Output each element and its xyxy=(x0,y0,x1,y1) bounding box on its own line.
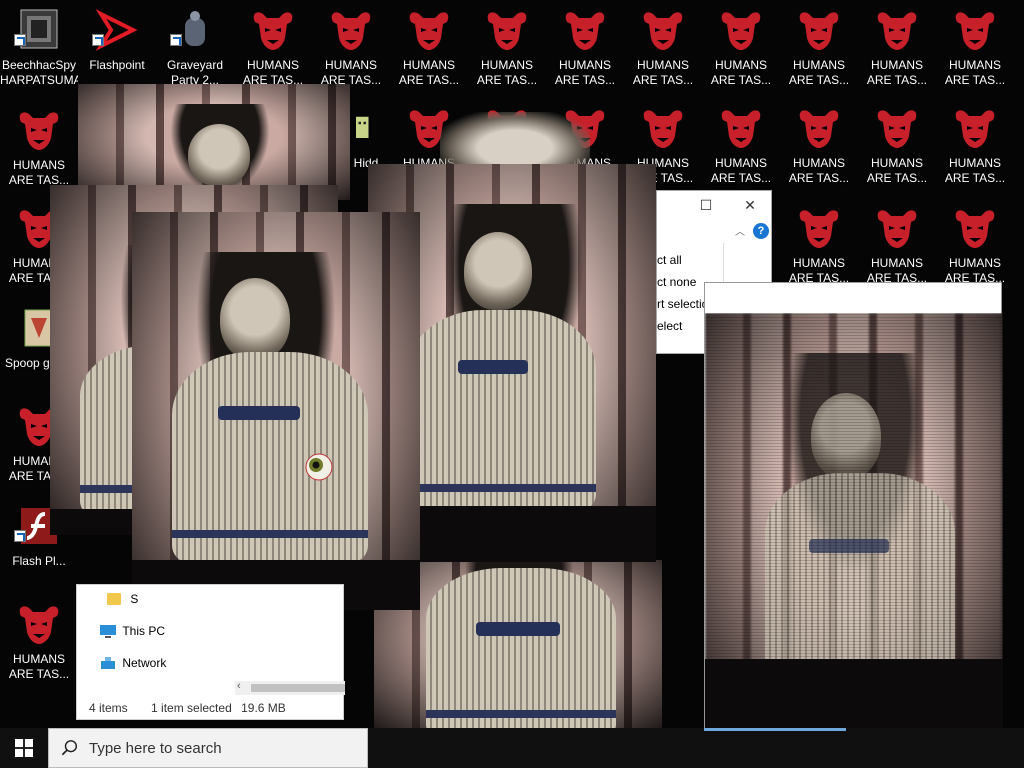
demon-icon xyxy=(721,110,761,148)
desktop-icon-label: BeechhacSpy HARPATSUMA xyxy=(0,58,78,87)
nav-item-network[interactable]: Network xyxy=(99,655,166,677)
start-button[interactable] xyxy=(0,728,48,768)
shortcut-arrow-icon xyxy=(92,34,104,46)
nav-item-label: This PC xyxy=(122,624,166,638)
folder-icon xyxy=(107,592,121,605)
desktop-icon-humans-10[interactable]: HUMANS ARE TAS... xyxy=(936,4,1014,94)
search-icon xyxy=(61,740,78,756)
nav-item-this-pc[interactable]: This PC xyxy=(99,623,165,645)
glitch-doll-photo xyxy=(705,313,1003,728)
desktop-icon-humans-3[interactable]: HUMANS ARE TAS... xyxy=(390,4,468,94)
desktop-icon-humans-row3-3[interactable]: HUMANS ARE TAS... xyxy=(936,202,1014,292)
demon-icon xyxy=(643,12,683,51)
desktop-icon-humans-2[interactable]: HUMANS ARE TAS... xyxy=(312,4,390,94)
horizontal-scrollbar[interactable]: ‹ xyxy=(235,680,345,695)
shortcut-arrow-icon xyxy=(14,530,26,542)
desktop: BeechhacSpy HARPATSUMA Flashpoint Gravey… xyxy=(0,0,1024,728)
desktop-icon-label: HUMANS ARE TAS... xyxy=(788,58,850,87)
maximize-button[interactable]: ☐ xyxy=(683,191,729,219)
demon-icon xyxy=(253,12,293,51)
desktop-icon-label: HUMANS ARE TAS... xyxy=(632,58,694,87)
desktop-icon-label: HUMANS ARE TAS... xyxy=(944,156,1006,185)
desktop-icon-humans-row2-6[interactable]: HUMANS ARE TAS... xyxy=(780,102,858,192)
shortcut-arrow-icon xyxy=(14,34,26,46)
status-selected: 1 item selected xyxy=(151,701,232,715)
desktop-icon-label: Flash Pl... xyxy=(12,554,66,568)
desktop-icon-label: HUMANS ARE TAS... xyxy=(710,58,772,87)
demon-icon xyxy=(19,606,59,644)
desktop-icon-graveyard-party[interactable]: Graveyard Party 2... xyxy=(156,4,234,94)
demon-icon xyxy=(877,110,917,148)
close-button[interactable]: ✕ xyxy=(727,191,773,219)
desktop-icon-humans-row3-2[interactable]: HUMANS ARE TAS... xyxy=(858,202,936,292)
status-size: 19.6 MB xyxy=(241,701,286,715)
eyeball-icon xyxy=(305,453,333,481)
desktop-icon-humans-row2-5[interactable]: HUMANS ARE TAS... xyxy=(702,102,780,192)
demon-icon xyxy=(565,12,605,51)
file-explorer-window[interactable]: S This PC Network ‹ 4 items 1 item selec… xyxy=(76,584,345,720)
desktop-icon-humans-1[interactable]: HUMANS ARE TAS... xyxy=(234,4,312,94)
background-doll-photo xyxy=(440,112,590,172)
demon-icon xyxy=(19,112,59,150)
demon-icon xyxy=(331,12,371,51)
demon-icon xyxy=(799,210,839,248)
this-pc-icon xyxy=(100,625,116,638)
taskbar-active-app-indicator[interactable] xyxy=(704,728,846,731)
demon-icon xyxy=(955,110,995,148)
desktop-icon-humans-6[interactable]: HUMANS ARE TAS... xyxy=(624,4,702,94)
desktop-icon-humans-9[interactable]: HUMANS ARE TAS... xyxy=(858,4,936,94)
desktop-icon-humans-5[interactable]: HUMANS ARE TAS... xyxy=(546,4,624,94)
desktop-icon-humans-4[interactable]: HUMANS ARE TAS... xyxy=(468,4,546,94)
pixel-character-icon xyxy=(356,116,369,138)
desktop-icon-label: HUMANS ARE TAS... xyxy=(398,58,460,87)
demon-icon xyxy=(409,12,449,51)
demon-icon xyxy=(955,12,995,51)
desktop-icon-label: HUMANS ARE TAS... xyxy=(554,58,616,87)
nav-item-label: Network xyxy=(122,656,167,670)
shortcut-arrow-icon xyxy=(170,34,182,46)
taskbar-search-box[interactable]: Type here to search xyxy=(48,728,368,768)
desktop-icon-humans-row2-8[interactable]: HUMANS ARE TAS... xyxy=(936,102,1014,192)
status-bar: 4 items 1 item selected 19.6 MB xyxy=(89,701,339,715)
desktop-icon-humans-left-1[interactable]: HUMANS ARE TAS... xyxy=(0,104,78,194)
collapse-ribbon-icon[interactable]: ︿ xyxy=(735,223,745,238)
desktop-icon-humans-row2-7[interactable]: HUMANS ARE TAS... xyxy=(858,102,936,192)
scroll-left-icon[interactable]: ‹ xyxy=(237,680,241,692)
doll-image-window-1[interactable] xyxy=(78,84,350,200)
demon-icon xyxy=(799,110,839,148)
status-item-count: 4 items xyxy=(89,701,128,715)
desktop-icon-app[interactable]: BeechhacSpy HARPATSUMA xyxy=(0,4,78,94)
demon-icon xyxy=(487,12,527,51)
demon-icon xyxy=(643,110,683,148)
demon-icon xyxy=(799,12,839,51)
taskbar: Type here to search xyxy=(0,728,1024,768)
desktop-icon-flashpoint[interactable]: Flashpoint xyxy=(78,4,156,94)
desktop-icon-label: HUMANS ARE TAS... xyxy=(8,652,70,681)
demon-icon xyxy=(877,12,917,51)
desktop-icon-humans-8[interactable]: HUMANS ARE TAS... xyxy=(780,4,858,94)
network-icon xyxy=(101,657,115,669)
demon-icon xyxy=(877,210,917,248)
select-all-item[interactable]: ct all xyxy=(657,249,727,271)
desktop-icon-humans-7[interactable]: HUMANS ARE TAS... xyxy=(702,4,780,94)
demon-icon xyxy=(721,12,761,51)
desktop-icon-label: HUMANS ARE TAS... xyxy=(866,156,928,185)
scrollbar-thumb[interactable] xyxy=(251,684,345,692)
demon-icon xyxy=(955,210,995,248)
desktop-icon-label: HUMANS ARE TAS... xyxy=(944,58,1006,87)
desktop-icon-label: HUMANS ARE TAS... xyxy=(866,58,928,87)
desktop-icon-label: HUMANS ARE TAS... xyxy=(710,156,772,185)
desktop-icon-humans-left-4[interactable]: HUMANS ARE TAS... xyxy=(0,598,78,688)
windows-logo-icon xyxy=(15,739,33,757)
nav-item-label: S xyxy=(130,591,139,606)
glitch-window[interactable] xyxy=(704,282,1003,728)
desktop-icon-humans-row3-1[interactable]: HUMANS ARE TAS... xyxy=(780,202,858,292)
doll-image-window-5[interactable] xyxy=(132,212,420,610)
desktop-icon-label: HUMANS ARE TAS... xyxy=(788,156,850,185)
help-icon[interactable]: ? xyxy=(753,223,769,239)
desktop-icon-label: HUMANS ARE TAS... xyxy=(476,58,538,87)
search-placeholder: Type here to search xyxy=(89,740,222,757)
nav-item-folder[interactable]: S xyxy=(107,591,138,613)
